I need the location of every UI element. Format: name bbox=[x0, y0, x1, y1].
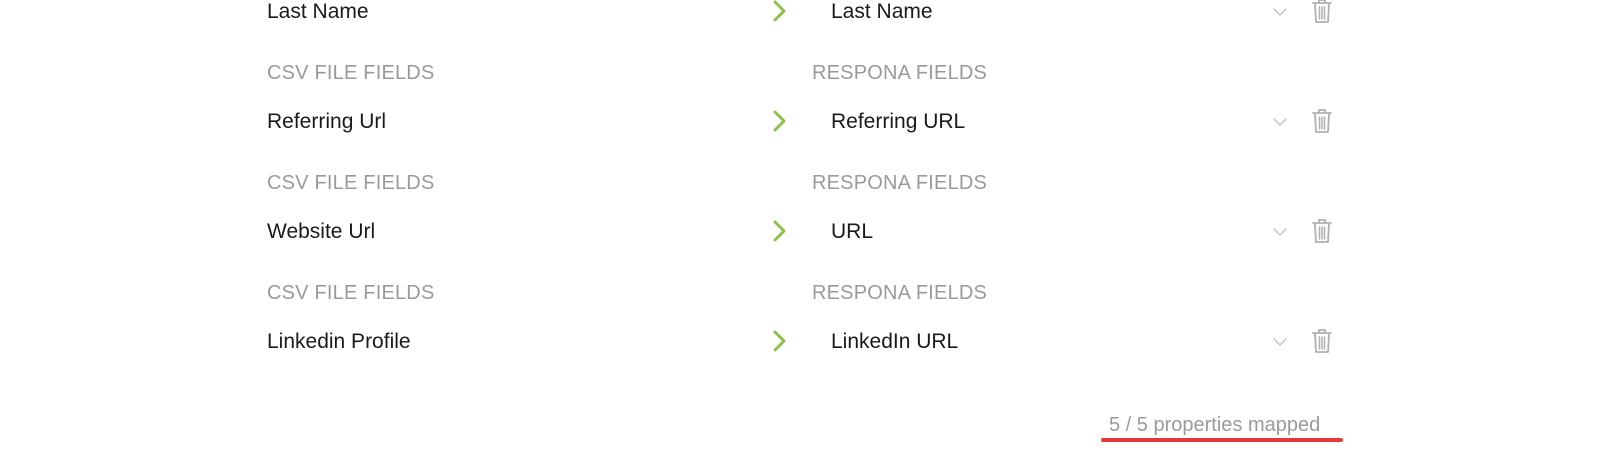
mapped-properties-count: 5 / 5 properties mapped bbox=[1109, 414, 1321, 436]
chevron-down-icon[interactable] bbox=[1272, 335, 1288, 349]
field-labels-row: CSV FILE FIELDS RESPONA FIELDS bbox=[0, 58, 1600, 88]
summary-underline bbox=[1101, 438, 1343, 442]
chevron-right-icon bbox=[772, 0, 788, 22]
respona-field-select[interactable]: URL bbox=[812, 212, 1292, 252]
trash-icon[interactable] bbox=[1311, 108, 1333, 134]
csv-field-value: Website Url bbox=[267, 220, 376, 243]
mapping-row-last-name: Last Name Last Name bbox=[0, 0, 1600, 32]
csv-field-value: Referring Url bbox=[267, 110, 387, 133]
respona-field-select[interactable]: LinkedIn URL bbox=[812, 322, 1292, 362]
respona-fields-label: RESPONA FIELDS bbox=[812, 282, 988, 304]
mapping-row-referring-url: Referring Url Referring URL bbox=[0, 102, 1600, 142]
chevron-down-icon[interactable] bbox=[1272, 115, 1288, 129]
csv-fields-label: CSV FILE FIELDS bbox=[267, 282, 435, 304]
mapped-properties-summary: 5 / 5 properties mapped bbox=[1101, 412, 1343, 442]
respona-field-selected-value: URL bbox=[831, 220, 874, 243]
trash-icon[interactable] bbox=[1311, 218, 1333, 244]
trash-icon[interactable] bbox=[1311, 328, 1333, 354]
chevron-down-icon[interactable] bbox=[1272, 5, 1288, 19]
respona-field-selected-value: Referring URL bbox=[831, 110, 966, 133]
field-labels-row: CSV FILE FIELDS RESPONA FIELDS bbox=[0, 278, 1600, 308]
respona-fields-label: RESPONA FIELDS bbox=[812, 172, 988, 194]
respona-fields-label: RESPONA FIELDS bbox=[812, 62, 988, 84]
chevron-down-icon[interactable] bbox=[1272, 225, 1288, 239]
chevron-right-icon bbox=[772, 330, 788, 352]
field-labels-row: CSV FILE FIELDS RESPONA FIELDS bbox=[0, 168, 1600, 198]
csv-fields-label: CSV FILE FIELDS bbox=[267, 172, 435, 194]
field-mapping-list: Last Name Last Name CSV FILE FIELDS RESP… bbox=[0, 0, 1600, 468]
mapping-row-website-url: Website Url URL bbox=[0, 212, 1600, 252]
trash-icon[interactable] bbox=[1311, 0, 1333, 24]
mapping-row-linkedin-profile: Linkedin Profile LinkedIn URL bbox=[0, 322, 1600, 362]
respona-field-selected-value: LinkedIn URL bbox=[831, 330, 959, 353]
respona-field-selected-value: Last Name bbox=[831, 0, 933, 23]
respona-field-select[interactable]: Referring URL bbox=[812, 102, 1292, 142]
chevron-right-icon bbox=[772, 110, 788, 132]
csv-field-value: Linkedin Profile bbox=[267, 330, 411, 353]
chevron-right-icon bbox=[772, 220, 788, 242]
respona-field-select[interactable]: Last Name bbox=[812, 0, 1292, 32]
csv-fields-label: CSV FILE FIELDS bbox=[267, 62, 435, 84]
csv-field-value: Last Name bbox=[267, 0, 369, 23]
